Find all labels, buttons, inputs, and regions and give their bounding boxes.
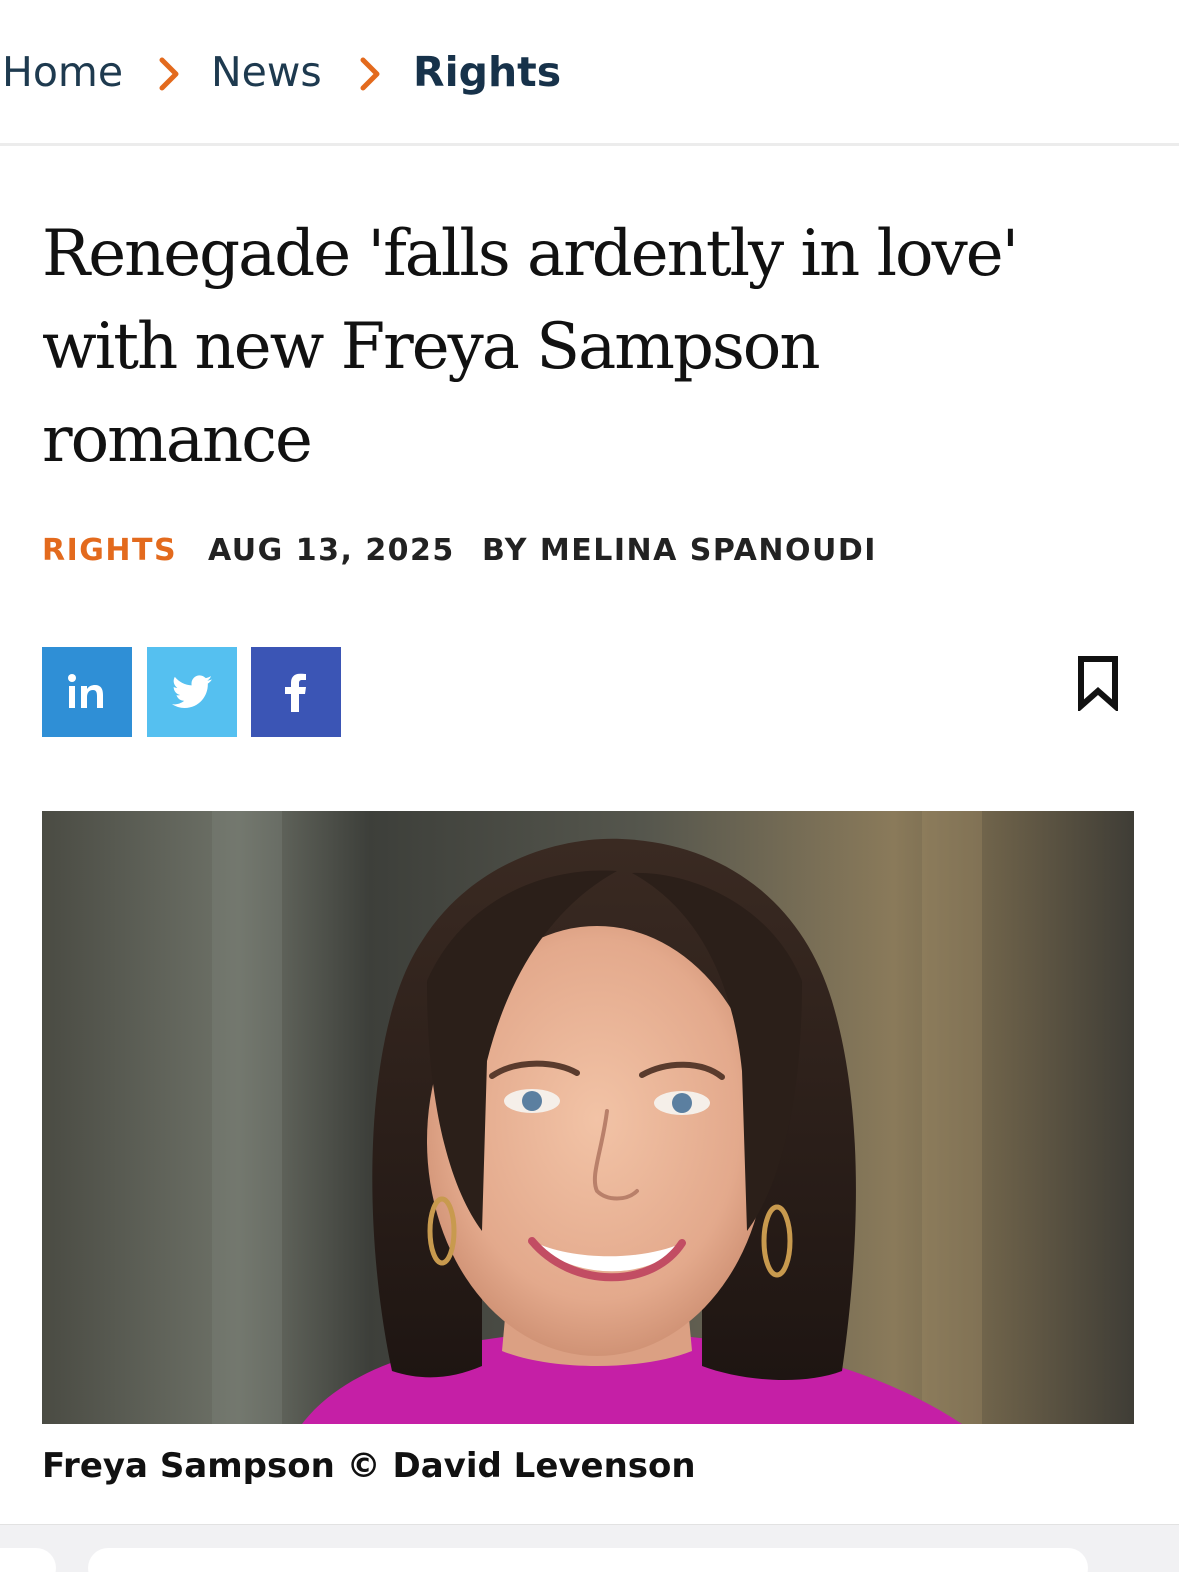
share-linkedin-button[interactable]	[42, 647, 132, 737]
share-facebook-button[interactable]	[251, 647, 341, 737]
author-byline[interactable]: BY MELINA SPANOUDI	[482, 530, 877, 572]
facebook-icon	[285, 673, 306, 712]
breadcrumb-home[interactable]: Home	[2, 44, 123, 100]
article-title-line: Renegade 'falls ardently in love'	[42, 217, 1019, 291]
chevron-right-icon	[360, 57, 380, 91]
breadcrumb: Home News Rights	[0, 0, 1179, 146]
article-image	[42, 811, 1134, 1424]
bottom-nav-pill[interactable]	[0, 1548, 56, 1572]
bookmark-icon[interactable]	[1076, 655, 1120, 711]
category-link[interactable]: RIGHTS	[42, 530, 177, 572]
article-title-line: romance	[42, 403, 313, 477]
breadcrumb-news[interactable]: News	[211, 44, 322, 100]
article-title-line: with new Freya Sampson	[42, 310, 821, 384]
chevron-right-icon	[159, 57, 179, 91]
share-twitter-button[interactable]	[147, 647, 237, 737]
image-caption: Freya Sampson © David Levenson	[42, 1446, 696, 1486]
author-portrait-image	[42, 811, 1134, 1424]
publish-date: AUG 13, 2025	[208, 533, 455, 568]
article-title: Renegade 'falls ardently in love' with n…	[42, 208, 1142, 487]
breadcrumb-rights[interactable]: Rights	[413, 44, 561, 100]
twitter-icon	[172, 675, 212, 708]
linkedin-icon	[68, 674, 103, 708]
bottom-address-pill[interactable]	[88, 1548, 1088, 1572]
